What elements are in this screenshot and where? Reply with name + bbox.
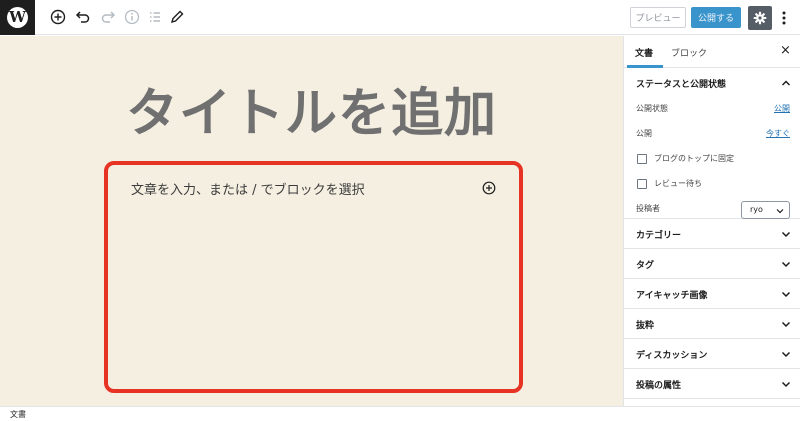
author-select-value: ryo <box>750 205 763 214</box>
panel-tags-title: タグ <box>636 261 655 271</box>
wordpress-logo-icon[interactable]: W <box>0 0 35 35</box>
publish-label: 公開 <box>636 129 652 138</box>
publish-date-link[interactable]: 今すぐ <box>766 128 790 139</box>
panel-featured-image-title: アイキャッチ画像 <box>636 291 708 301</box>
wordpress-logo-letter: W <box>7 7 28 28</box>
panel-featured-image[interactable]: アイキャッチ画像 <box>624 279 800 309</box>
pending-review-label: レビュー待ち <box>654 179 702 188</box>
add-block-icon[interactable] <box>50 9 66 25</box>
panel-categories[interactable]: カテゴリー <box>624 219 800 249</box>
redo-icon[interactable] <box>100 9 116 25</box>
panel-post-attributes-title: 投稿の属性 <box>636 381 682 391</box>
settings-button[interactable] <box>748 6 772 30</box>
top-toolbar: W プレビュー 公開する <box>0 0 800 35</box>
status-panel-title: ステータスと公開状態 <box>636 80 727 90</box>
status-panel-header[interactable]: ステータスと公開状態 <box>624 68 800 97</box>
chevron-up-icon <box>781 80 791 86</box>
chevron-down-icon <box>781 291 791 298</box>
panel-categories-title: カテゴリー <box>636 231 682 241</box>
more-vertical-icon[interactable] <box>778 9 790 27</box>
panel-tags[interactable]: タグ <box>624 249 800 279</box>
chevron-down-icon <box>776 209 784 214</box>
footer-breadcrumb[interactable]: 文書 <box>10 409 26 420</box>
author-select[interactable]: ryo <box>741 201 790 219</box>
sticky-label: ブログのトップに固定 <box>654 154 734 163</box>
panel-discussion-title: ディスカッション <box>636 351 708 361</box>
list-view-icon[interactable] <box>147 9 163 25</box>
close-icon[interactable]: × <box>780 43 791 58</box>
post-title-input[interactable]: タイトルを追加 <box>0 84 623 144</box>
footer-breadcrumb-bar: 文書 <box>0 406 800 421</box>
author-label: 投稿者 <box>636 204 660 213</box>
visibility-row: 公開状態 公開 <box>624 97 800 122</box>
sidebar-tabs: 文書 ブロック × <box>624 36 800 68</box>
pending-review-checkbox[interactable] <box>637 179 647 189</box>
publish-button[interactable]: 公開する <box>691 7 741 28</box>
visibility-link[interactable]: 公開 <box>774 103 790 114</box>
undo-icon[interactable] <box>75 9 91 25</box>
chevron-down-icon <box>781 351 791 358</box>
panel-excerpt-title: 抜粋 <box>636 321 655 331</box>
status-visibility-panel: ステータスと公開状態 公開状態 公開 公開 今すぐ ブログのトップに固定 レビュ… <box>624 68 800 219</box>
pending-row: レビュー待ち <box>624 172 800 197</box>
preview-button[interactable]: プレビュー <box>630 7 686 28</box>
chevron-down-icon <box>781 261 791 268</box>
visibility-label: 公開状態 <box>636 104 668 113</box>
publish-row: 公開 今すぐ <box>624 122 800 147</box>
gear-icon <box>753 11 767 25</box>
chevron-down-icon <box>781 381 791 388</box>
block-inserter-icon[interactable] <box>482 180 496 195</box>
edit-tools-icon[interactable] <box>169 9 185 25</box>
editor-canvas: タイトルを追加 文章を入力、または / でブロックを選択 <box>0 36 623 406</box>
paragraph-block-placeholder[interactable]: 文章を入力、または / でブロックを選択 <box>131 179 365 198</box>
sticky-row: ブログのトップに固定 <box>624 147 800 172</box>
chevron-down-icon <box>781 231 791 238</box>
panel-post-attributes[interactable]: 投稿の属性 <box>624 369 800 399</box>
tab-document[interactable]: 文書 <box>635 46 653 59</box>
sticky-checkbox[interactable] <box>637 154 647 164</box>
panel-discussion[interactable]: ディスカッション <box>624 339 800 369</box>
tab-block[interactable]: ブロック <box>671 46 707 59</box>
settings-sidebar: 文書 ブロック × ステータスと公開状態 公開状態 公開 公開 今すぐ ブログの… <box>623 36 800 406</box>
panel-excerpt[interactable]: 抜粋 <box>624 309 800 339</box>
chevron-down-icon <box>781 321 791 328</box>
info-icon[interactable] <box>124 9 140 25</box>
